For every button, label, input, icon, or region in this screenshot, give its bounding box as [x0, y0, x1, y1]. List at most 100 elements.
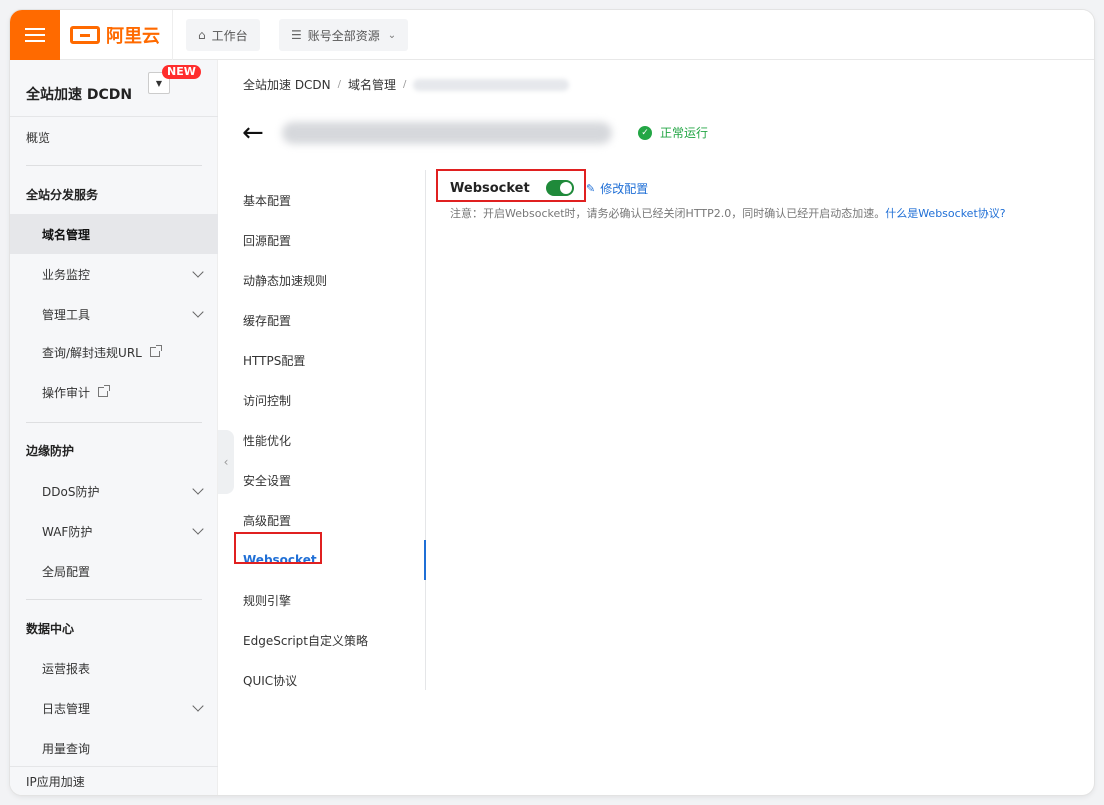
sidebar-item-ip-acceleration[interactable]: IP应用加速 — [10, 767, 218, 795]
aliyun-logo-icon — [70, 26, 100, 44]
console-window: 阿里云 ⌂ 工作台 ☰ 账号全部资源 ⌄ 全站加速 DCDN ▼ NEW 概览 … — [10, 10, 1094, 795]
product-title: 全站加速 DCDN — [26, 87, 133, 103]
check-circle-icon: ✓ — [638, 125, 652, 140]
sidebar-item-label: 运营报表 — [42, 661, 91, 676]
sidebar-item-label: 操作审计 — [42, 385, 91, 400]
subnav-basic-config[interactable]: 基本配置 — [226, 180, 426, 220]
subnav-rule-engine[interactable]: 规则引擎 — [226, 580, 426, 620]
sidebar-item-label: 日志管理 — [42, 701, 91, 716]
subnav-acceleration-rules[interactable]: 动静态加速规则 — [226, 260, 426, 300]
sidebar-item-label: DDoS防护 — [42, 484, 100, 499]
chevron-down-icon — [192, 700, 204, 712]
sidebar-item-global-config[interactable]: 全局配置 — [10, 551, 218, 591]
sidebar-item-label: 业务监控 — [42, 267, 91, 282]
top-bar: 阿里云 ⌂ 工作台 ☰ 账号全部资源 ⌄ — [10, 10, 1094, 60]
sidebar-item-monitoring[interactable]: 业务监控 — [10, 254, 218, 294]
sidebar-group-distribution: 全站分发服务 — [10, 174, 218, 214]
sidebar-item-label: 查询/解封违规URL — [42, 345, 142, 360]
sidebar-item-waf[interactable]: WAF防护 — [10, 511, 218, 551]
redacted-domain-title — [282, 122, 612, 144]
subnav-label: 高级配置 — [243, 513, 292, 528]
sidebar-item-label: WAF防护 — [42, 524, 93, 539]
breadcrumb-separator: / — [403, 79, 407, 90]
back-arrow-icon[interactable]: ← — [242, 120, 264, 146]
status-text: 正常运行 — [660, 126, 709, 140]
note-text: 注意：开启Websocket时，请务必确认已经关闭HTTP2.0，同时确认已经开… — [450, 207, 886, 220]
subnav-label: HTTPS配置 — [243, 353, 306, 368]
subnav-quic[interactable]: QUIC协议 — [226, 660, 426, 700]
sidebar-item-label: 域名管理 — [42, 227, 91, 242]
external-link-icon — [149, 345, 162, 357]
subnav-label: 回源配置 — [243, 233, 292, 248]
chevron-down-icon — [192, 523, 204, 535]
highlight-box-subnav-websocket — [234, 532, 322, 564]
sidebar-item-ddos[interactable]: DDoS防护 — [10, 471, 218, 511]
subnav-label: 访问控制 — [243, 393, 292, 408]
sidebar-item-audit[interactable]: 操作审计 — [10, 372, 218, 412]
new-badge: NEW — [162, 65, 201, 79]
subnav-label: 规则引擎 — [243, 593, 292, 608]
sidebar-item-reports[interactable]: 运营报表 — [10, 648, 218, 688]
list-icon: ☰ — [291, 28, 302, 42]
sidebar-item-management-tools[interactable]: 管理工具 — [10, 294, 218, 334]
sidebar-item-label: 用量查询 — [42, 741, 91, 756]
sidebar-item-usage[interactable]: 用量查询 — [10, 728, 218, 768]
home-icon: ⌂ — [198, 28, 206, 42]
sidebar-group-label: 边缘防护 — [26, 443, 75, 458]
sidebar-item-url-unblock[interactable]: 查询/解封违规URL — [10, 332, 218, 372]
resource-selector-label: 账号全部资源 — [307, 28, 380, 43]
subnav-label: 缓存配置 — [243, 313, 292, 328]
config-subnav: 基本配置 回源配置 动静态加速规则 缓存配置 HTTPS配置 访问控制 性能优化… — [226, 170, 426, 690]
sidebar-item-label: 全局配置 — [42, 564, 91, 579]
subnav-access-control[interactable]: 访问控制 — [226, 380, 426, 420]
resource-selector[interactable]: ☰ 账号全部资源 ⌄ — [279, 19, 409, 51]
highlight-box-websocket-toggle — [436, 169, 586, 202]
workbench-button[interactable]: ⌂ 工作台 — [186, 19, 260, 51]
subnav-origin-config[interactable]: 回源配置 — [226, 220, 426, 260]
subnav-performance[interactable]: 性能优化 — [226, 420, 426, 460]
breadcrumb: 全站加速 DCDN / 域名管理 / — [243, 76, 570, 93]
subnav-label: EdgeScript自定义策略 — [243, 633, 369, 648]
sidebar-item-domain-management[interactable]: 域名管理 — [10, 214, 218, 254]
status-badge: ✓ 正常运行 — [638, 124, 708, 141]
breadcrumb-item-dcdn[interactable]: 全站加速 DCDN — [243, 76, 331, 93]
subnav-label: 性能优化 — [243, 433, 292, 448]
subnav-label: 基本配置 — [243, 193, 292, 208]
subnav-label: QUIC协议 — [243, 673, 298, 688]
brand-name: 阿里云 — [106, 26, 160, 47]
edit-config-link[interactable]: ✎ 修改配置 — [586, 180, 648, 197]
external-link-icon — [98, 385, 111, 397]
subnav-security[interactable]: 安全设置 — [226, 460, 426, 500]
sidebar-item-logs[interactable]: 日志管理 — [10, 688, 218, 728]
topbar-divider — [172, 10, 173, 60]
websocket-note: 注意：开启Websocket时，请务必确认已经关闭HTTP2.0，同时确认已经开… — [450, 205, 1006, 221]
sidebar-divider — [26, 599, 202, 600]
sidebar-item-label: 概览 — [26, 130, 51, 145]
breadcrumb-item-domain-management[interactable]: 域名管理 — [348, 76, 396, 93]
hamburger-icon — [25, 28, 45, 42]
subnav-active-indicator — [424, 540, 426, 580]
chevron-down-icon — [192, 483, 204, 495]
subnav-cache-config[interactable]: 缓存配置 — [226, 300, 426, 340]
sidebar-divider — [26, 422, 202, 423]
subnav-edgescript[interactable]: EdgeScript自定义策略 — [226, 620, 426, 660]
subnav-label: 动静态加速规则 — [243, 273, 328, 288]
breadcrumb-separator: / — [337, 79, 342, 90]
sidebar-item-overview[interactable]: 概览 — [10, 117, 218, 157]
chevron-down-icon — [192, 306, 204, 318]
hamburger-menu-button[interactable] — [10, 10, 60, 60]
sidebar: 全站加速 DCDN ▼ NEW 概览 全站分发服务 域名管理 业务监控 管理工具… — [10, 60, 218, 795]
chevron-down-icon — [192, 266, 204, 278]
sidebar-item-label: 管理工具 — [42, 307, 91, 322]
aliyun-logo[interactable]: 阿里云 — [70, 10, 160, 60]
workbench-label: 工作台 — [211, 28, 248, 43]
sidebar-group-label: 全站分发服务 — [26, 187, 99, 202]
subnav-https-config[interactable]: HTTPS配置 — [226, 340, 426, 380]
sidebar-group-edge-protection: 边缘防护 — [10, 430, 218, 470]
websocket-help-link[interactable]: 什么是Websocket协议? — [885, 207, 1005, 220]
edit-config-label: 修改配置 — [600, 182, 649, 196]
sidebar-divider — [26, 165, 202, 166]
subnav-label: 安全设置 — [243, 473, 292, 488]
breadcrumb-item-redacted-domain — [413, 78, 570, 91]
sidebar-group-data-center: 数据中心 — [10, 608, 218, 648]
